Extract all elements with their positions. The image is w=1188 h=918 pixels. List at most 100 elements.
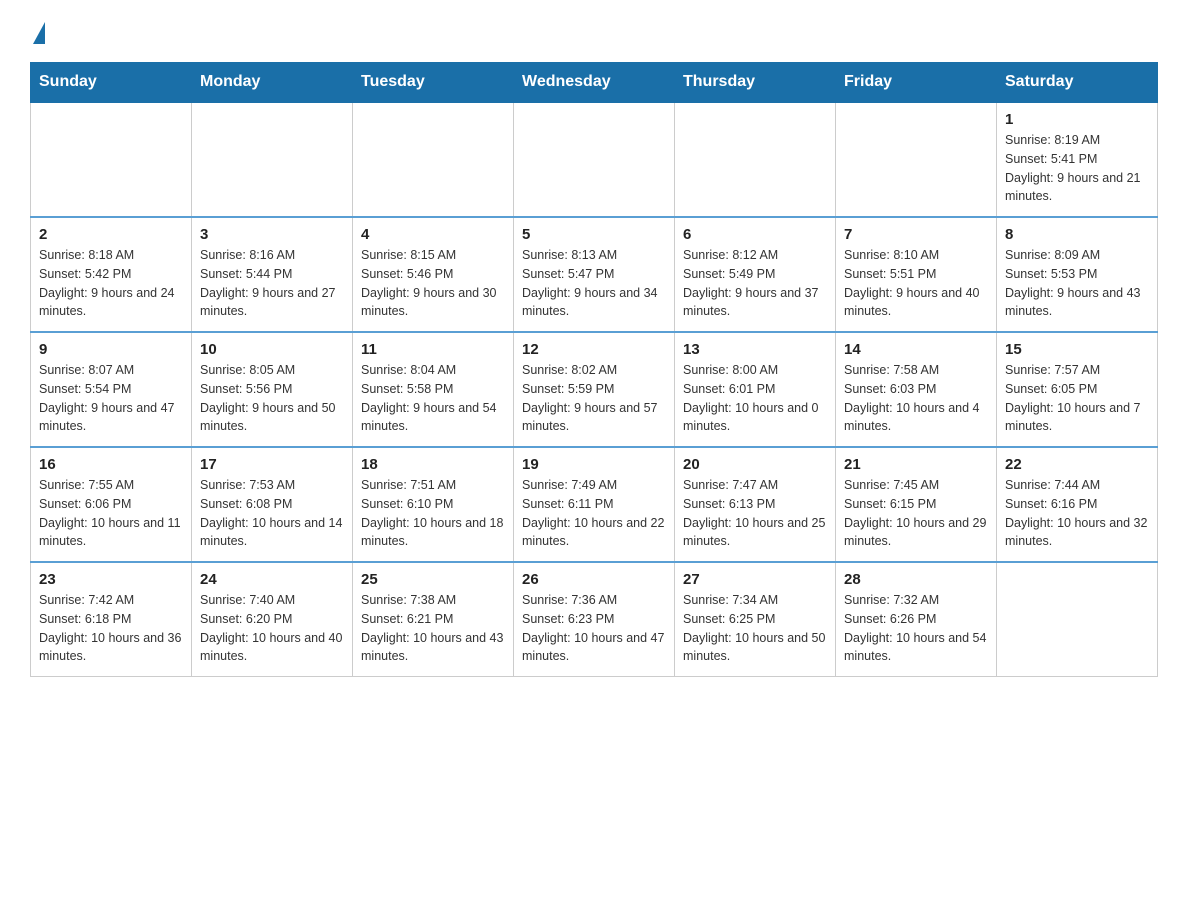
- calendar-cell: 5 Sunrise: 8:13 AMSunset: 5:47 PMDaylight…: [514, 217, 675, 332]
- day-info: Sunrise: 8:19 AMSunset: 5:41 PMDaylight:…: [1005, 131, 1149, 206]
- weekday-header-wednesday: Wednesday: [514, 63, 675, 103]
- day-info: Sunrise: 7:32 AMSunset: 6:26 PMDaylight:…: [844, 591, 988, 666]
- day-info: Sunrise: 7:53 AMSunset: 6:08 PMDaylight:…: [200, 476, 344, 551]
- logo-triangle-icon: [33, 22, 45, 44]
- calendar-cell: [514, 102, 675, 217]
- day-info: Sunrise: 8:12 AMSunset: 5:49 PMDaylight:…: [683, 246, 827, 321]
- week-row-4: 16 Sunrise: 7:55 AMSunset: 6:06 PMDayligh…: [31, 447, 1158, 562]
- day-number: 5: [522, 226, 666, 243]
- day-number: 6: [683, 226, 827, 243]
- day-number: 16: [39, 456, 183, 473]
- day-number: 28: [844, 571, 988, 588]
- day-number: 13: [683, 341, 827, 358]
- day-info: Sunrise: 7:34 AMSunset: 6:25 PMDaylight:…: [683, 591, 827, 666]
- page-header: [30, 20, 1158, 44]
- day-info: Sunrise: 8:16 AMSunset: 5:44 PMDaylight:…: [200, 246, 344, 321]
- day-info: Sunrise: 7:55 AMSunset: 6:06 PMDaylight:…: [39, 476, 183, 551]
- calendar-table: SundayMondayTuesdayWednesdayThursdayFrid…: [30, 62, 1158, 677]
- calendar-cell: 7 Sunrise: 8:10 AMSunset: 5:51 PMDaylight…: [836, 217, 997, 332]
- weekday-header-saturday: Saturday: [997, 63, 1158, 103]
- week-row-3: 9Sunrise: 8:07 AMSunset: 5:54 PMDaylight…: [31, 332, 1158, 447]
- day-info: Sunrise: 7:44 AMSunset: 6:16 PMDaylight:…: [1005, 476, 1149, 551]
- calendar-cell: 27 Sunrise: 7:34 AMSunset: 6:25 PMDayligh…: [675, 562, 836, 677]
- day-number: 17: [200, 456, 344, 473]
- day-number: 26: [522, 571, 666, 588]
- calendar-cell: 17 Sunrise: 7:53 AMSunset: 6:08 PMDayligh…: [192, 447, 353, 562]
- calendar-cell: 12Sunrise: 8:02 AMSunset: 5:59 PMDayligh…: [514, 332, 675, 447]
- calendar-cell: 8 Sunrise: 8:09 AMSunset: 5:53 PMDaylight…: [997, 217, 1158, 332]
- weekday-header-friday: Friday: [836, 63, 997, 103]
- calendar-cell: 9Sunrise: 8:07 AMSunset: 5:54 PMDaylight…: [31, 332, 192, 447]
- weekday-header-row: SundayMondayTuesdayWednesdayThursdayFrid…: [31, 63, 1158, 103]
- day-number: 24: [200, 571, 344, 588]
- weekday-header-thursday: Thursday: [675, 63, 836, 103]
- day-info: Sunrise: 7:51 AMSunset: 6:10 PMDaylight:…: [361, 476, 505, 551]
- calendar-cell: 24 Sunrise: 7:40 AMSunset: 6:20 PMDayligh…: [192, 562, 353, 677]
- day-number: 19: [522, 456, 666, 473]
- calendar-cell: [836, 102, 997, 217]
- logo: [30, 20, 45, 44]
- day-number: 15: [1005, 341, 1149, 358]
- day-number: 21: [844, 456, 988, 473]
- day-info: Sunrise: 8:02 AMSunset: 5:59 PMDaylight:…: [522, 361, 666, 436]
- calendar-cell: 11 Sunrise: 8:04 AMSunset: 5:58 PMDayligh…: [353, 332, 514, 447]
- calendar-cell: 14 Sunrise: 7:58 AMSunset: 6:03 PMDayligh…: [836, 332, 997, 447]
- day-info: Sunrise: 8:04 AMSunset: 5:58 PMDaylight:…: [361, 361, 505, 436]
- calendar-cell: 28 Sunrise: 7:32 AMSunset: 6:26 PMDayligh…: [836, 562, 997, 677]
- day-info: Sunrise: 7:49 AMSunset: 6:11 PMDaylight:…: [522, 476, 666, 551]
- day-info: Sunrise: 7:38 AMSunset: 6:21 PMDaylight:…: [361, 591, 505, 666]
- day-info: Sunrise: 8:15 AMSunset: 5:46 PMDaylight:…: [361, 246, 505, 321]
- calendar-cell: 10Sunrise: 8:05 AMSunset: 5:56 PMDayligh…: [192, 332, 353, 447]
- day-info: Sunrise: 7:36 AMSunset: 6:23 PMDaylight:…: [522, 591, 666, 666]
- calendar-cell: 2 Sunrise: 8:18 AMSunset: 5:42 PMDaylight…: [31, 217, 192, 332]
- day-info: Sunrise: 7:58 AMSunset: 6:03 PMDaylight:…: [844, 361, 988, 436]
- day-number: 14: [844, 341, 988, 358]
- day-number: 11: [361, 341, 505, 358]
- day-number: 23: [39, 571, 183, 588]
- day-number: 8: [1005, 226, 1149, 243]
- day-info: Sunrise: 8:18 AMSunset: 5:42 PMDaylight:…: [39, 246, 183, 321]
- calendar-cell: [31, 102, 192, 217]
- day-info: Sunrise: 8:09 AMSunset: 5:53 PMDaylight:…: [1005, 246, 1149, 321]
- day-number: 2: [39, 226, 183, 243]
- day-number: 1: [1005, 111, 1149, 128]
- day-number: 27: [683, 571, 827, 588]
- day-number: 18: [361, 456, 505, 473]
- day-number: 25: [361, 571, 505, 588]
- day-number: 22: [1005, 456, 1149, 473]
- day-info: Sunrise: 8:07 AMSunset: 5:54 PMDaylight:…: [39, 361, 183, 436]
- day-number: 10: [200, 341, 344, 358]
- calendar-cell: 13 Sunrise: 8:00 AMSunset: 6:01 PMDayligh…: [675, 332, 836, 447]
- calendar-cell: 23 Sunrise: 7:42 AMSunset: 6:18 PMDayligh…: [31, 562, 192, 677]
- calendar-cell: [353, 102, 514, 217]
- weekday-header-sunday: Sunday: [31, 63, 192, 103]
- calendar-cell: 21 Sunrise: 7:45 AMSunset: 6:15 PMDayligh…: [836, 447, 997, 562]
- calendar-cell: 19 Sunrise: 7:49 AMSunset: 6:11 PMDayligh…: [514, 447, 675, 562]
- calendar-cell: 4 Sunrise: 8:15 AMSunset: 5:46 PMDaylight…: [353, 217, 514, 332]
- day-number: 4: [361, 226, 505, 243]
- day-number: 7: [844, 226, 988, 243]
- day-info: Sunrise: 7:42 AMSunset: 6:18 PMDaylight:…: [39, 591, 183, 666]
- weekday-header-monday: Monday: [192, 63, 353, 103]
- calendar-cell: 15 Sunrise: 7:57 AMSunset: 6:05 PMDayligh…: [997, 332, 1158, 447]
- calendar-cell: [675, 102, 836, 217]
- day-info: Sunrise: 7:57 AMSunset: 6:05 PMDaylight:…: [1005, 361, 1149, 436]
- day-info: Sunrise: 7:45 AMSunset: 6:15 PMDaylight:…: [844, 476, 988, 551]
- calendar-cell: 3Sunrise: 8:16 AMSunset: 5:44 PMDaylight…: [192, 217, 353, 332]
- calendar-cell: 22 Sunrise: 7:44 AMSunset: 6:16 PMDayligh…: [997, 447, 1158, 562]
- calendar-cell: 6 Sunrise: 8:12 AMSunset: 5:49 PMDaylight…: [675, 217, 836, 332]
- weekday-header-tuesday: Tuesday: [353, 63, 514, 103]
- calendar-cell: 20Sunrise: 7:47 AMSunset: 6:13 PMDayligh…: [675, 447, 836, 562]
- week-row-5: 23 Sunrise: 7:42 AMSunset: 6:18 PMDayligh…: [31, 562, 1158, 677]
- day-info: Sunrise: 8:00 AMSunset: 6:01 PMDaylight:…: [683, 361, 827, 436]
- calendar-cell: [997, 562, 1158, 677]
- day-info: Sunrise: 7:40 AMSunset: 6:20 PMDaylight:…: [200, 591, 344, 666]
- calendar-cell: 26 Sunrise: 7:36 AMSunset: 6:23 PMDayligh…: [514, 562, 675, 677]
- day-info: Sunrise: 8:10 AMSunset: 5:51 PMDaylight:…: [844, 246, 988, 321]
- week-row-2: 2 Sunrise: 8:18 AMSunset: 5:42 PMDaylight…: [31, 217, 1158, 332]
- week-row-1: 1 Sunrise: 8:19 AMSunset: 5:41 PMDaylight…: [31, 102, 1158, 217]
- calendar-cell: 18 Sunrise: 7:51 AMSunset: 6:10 PMDayligh…: [353, 447, 514, 562]
- day-info: Sunrise: 8:13 AMSunset: 5:47 PMDaylight:…: [522, 246, 666, 321]
- calendar-cell: [192, 102, 353, 217]
- day-number: 20: [683, 456, 827, 473]
